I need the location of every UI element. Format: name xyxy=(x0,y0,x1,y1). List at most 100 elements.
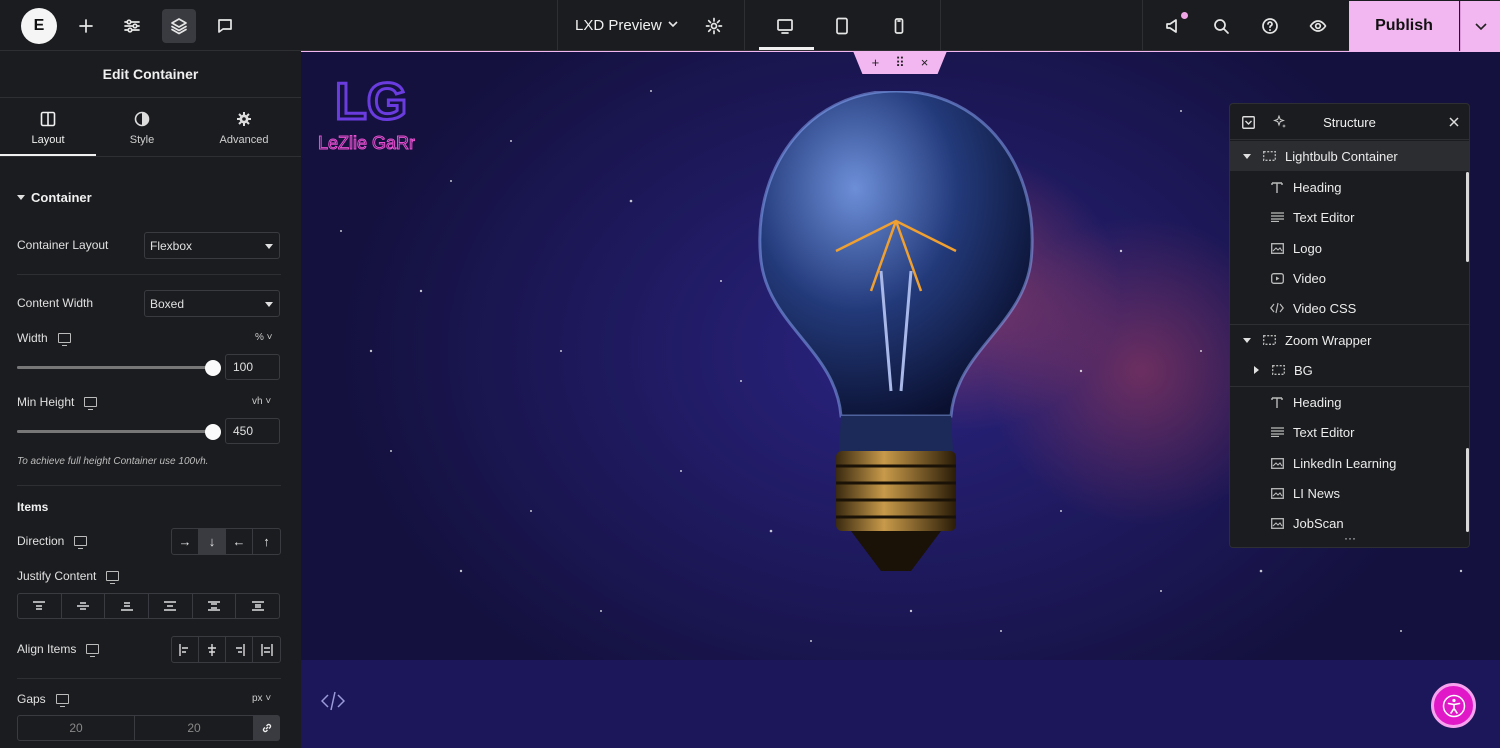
structure-item-li-news[interactable]: LI News xyxy=(1230,478,1469,508)
top-bar: E LXD Preview Publish xyxy=(0,0,1500,51)
container-layout-text: Container Layout xyxy=(17,238,109,252)
site-settings-button[interactable] xyxy=(115,9,149,43)
add-element-button[interactable] xyxy=(69,9,103,43)
desktop-icon[interactable] xyxy=(86,644,100,657)
tab-advanced[interactable]: Advanced xyxy=(196,98,292,156)
justify-space-between-icon xyxy=(164,601,177,611)
caret-down-icon[interactable] xyxy=(1243,153,1251,159)
structure-item-label: Logo xyxy=(1293,240,1322,256)
add-container-button[interactable]: + xyxy=(872,55,880,70)
width-slider[interactable] xyxy=(17,366,213,369)
width-unit-select[interactable]: % ˅ xyxy=(255,332,273,343)
width-slider-handle[interactable] xyxy=(205,360,221,376)
desktop-view-button[interactable] xyxy=(768,9,802,43)
close-icon[interactable] xyxy=(1449,117,1459,127)
structure-panel: Structure Lightbulb Container Heading Te… xyxy=(1229,103,1470,548)
justify-space-between-button[interactable] xyxy=(149,594,193,618)
comments-button[interactable] xyxy=(208,9,242,43)
scrollbar[interactable] xyxy=(1466,172,1469,262)
direction-column-reverse-button[interactable]: ↑ xyxy=(253,529,280,554)
structure-item-bg[interactable]: BG xyxy=(1230,355,1469,385)
container-layout-select[interactable]: Flexbox xyxy=(144,232,280,259)
gaps-unit-select[interactable]: px ˅ xyxy=(252,693,271,704)
justify-space-around-button[interactable] xyxy=(193,594,237,618)
tab-style[interactable]: Style xyxy=(94,98,190,156)
gap-column-input[interactable]: 20 xyxy=(17,715,135,741)
container-handle[interactable]: + ⠿ × xyxy=(853,51,947,74)
direction-row-button[interactable]: → xyxy=(172,529,199,554)
tab-advanced-label: Advanced xyxy=(219,134,269,146)
structure-item-zoom-wrapper[interactable]: Zoom Wrapper xyxy=(1230,325,1469,355)
search-button[interactable] xyxy=(1204,9,1238,43)
site-logo[interactable]: LG LeZlie GaRr xyxy=(315,63,416,155)
caret-right-icon[interactable] xyxy=(1254,366,1259,374)
help-button[interactable] xyxy=(1253,9,1287,43)
divider xyxy=(940,0,941,51)
align-end-button[interactable] xyxy=(226,637,253,662)
chevron-down-icon[interactable] xyxy=(666,17,680,36)
eye-icon xyxy=(1309,20,1327,32)
lightbulb-image[interactable] xyxy=(741,91,1051,591)
resize-handle[interactable]: ··· xyxy=(1230,532,1469,547)
desktop-icon[interactable] xyxy=(57,333,71,346)
content-width-select[interactable]: Boxed xyxy=(144,290,280,317)
page-title[interactable]: LXD Preview xyxy=(575,17,662,34)
code-icon[interactable] xyxy=(321,690,345,712)
footer-section[interactable] xyxy=(301,660,1500,748)
structure-item-video[interactable]: Video xyxy=(1230,263,1469,293)
structure-button[interactable] xyxy=(162,9,196,43)
drag-container-handle[interactable]: ⠿ xyxy=(895,55,905,71)
desktop-icon[interactable] xyxy=(84,397,98,410)
structure-item-linkedin-learning[interactable]: LinkedIn Learning xyxy=(1230,448,1469,478)
link-values-button[interactable] xyxy=(253,715,280,741)
structure-header: Structure xyxy=(1230,104,1469,140)
width-input[interactable]: 100 xyxy=(225,354,280,380)
structure-item-video-css[interactable]: Video CSS xyxy=(1230,293,1469,323)
justify-end-button[interactable] xyxy=(105,594,150,618)
elementor-logo-button[interactable]: E xyxy=(21,8,57,44)
desktop-icon[interactable] xyxy=(106,571,120,584)
justify-center-button[interactable] xyxy=(62,594,106,618)
publish-button[interactable]: Publish xyxy=(1349,1,1459,51)
publish-options-button[interactable] xyxy=(1460,1,1500,51)
heading-icon xyxy=(1270,396,1284,408)
gaps-text: Gaps xyxy=(17,692,46,706)
text-editor-icon xyxy=(1270,211,1284,223)
structure-item-text-editor[interactable]: Text Editor xyxy=(1230,202,1469,232)
page-settings-button[interactable] xyxy=(697,9,731,43)
structure-item-lightbulb-container[interactable]: Lightbulb Container xyxy=(1230,141,1469,171)
structure-item-heading[interactable]: Heading xyxy=(1230,172,1469,202)
min-height-unit-select[interactable]: vh ˅ xyxy=(252,396,271,407)
gap-row-input[interactable]: 20 xyxy=(134,715,254,741)
direction-column-button[interactable]: ↓ xyxy=(199,529,226,554)
direction-text: Direction xyxy=(17,534,65,548)
structure-item-text-editor[interactable]: Text Editor xyxy=(1230,417,1469,447)
desktop-icon[interactable] xyxy=(74,536,88,549)
structure-item-logo[interactable]: Logo xyxy=(1230,233,1469,263)
structure-item-label: Text Editor xyxy=(1293,424,1355,440)
preview-button[interactable] xyxy=(1301,9,1335,43)
justify-space-evenly-button[interactable] xyxy=(236,594,279,618)
align-start-button[interactable] xyxy=(172,637,199,662)
min-height-slider-handle[interactable] xyxy=(205,424,221,440)
desktop-icon[interactable] xyxy=(55,694,69,707)
accessibility-button[interactable] xyxy=(1431,683,1476,728)
min-height-input[interactable]: 450 xyxy=(225,418,280,444)
container-section-toggle[interactable]: Container xyxy=(17,190,92,205)
justify-start-button[interactable] xyxy=(18,594,62,618)
tab-layout[interactable]: Layout xyxy=(0,98,96,156)
layout-icon xyxy=(40,111,56,127)
structure-item-heading[interactable]: Heading xyxy=(1230,387,1469,417)
min-height-hint: To achieve full height Container use 100… xyxy=(17,456,209,467)
code-icon xyxy=(1270,302,1284,314)
align-center-button[interactable] xyxy=(199,637,226,662)
min-height-slider[interactable] xyxy=(17,430,213,433)
scrollbar[interactable] xyxy=(1466,448,1469,532)
mobile-view-button[interactable] xyxy=(882,9,916,43)
delete-container-button[interactable]: × xyxy=(921,55,929,70)
align-stretch-button[interactable] xyxy=(253,637,280,662)
gaps-unit: px xyxy=(252,693,263,704)
tablet-view-button[interactable] xyxy=(825,9,859,43)
direction-row-reverse-button[interactable]: ← xyxy=(226,529,253,554)
caret-down-icon[interactable] xyxy=(1243,337,1251,343)
